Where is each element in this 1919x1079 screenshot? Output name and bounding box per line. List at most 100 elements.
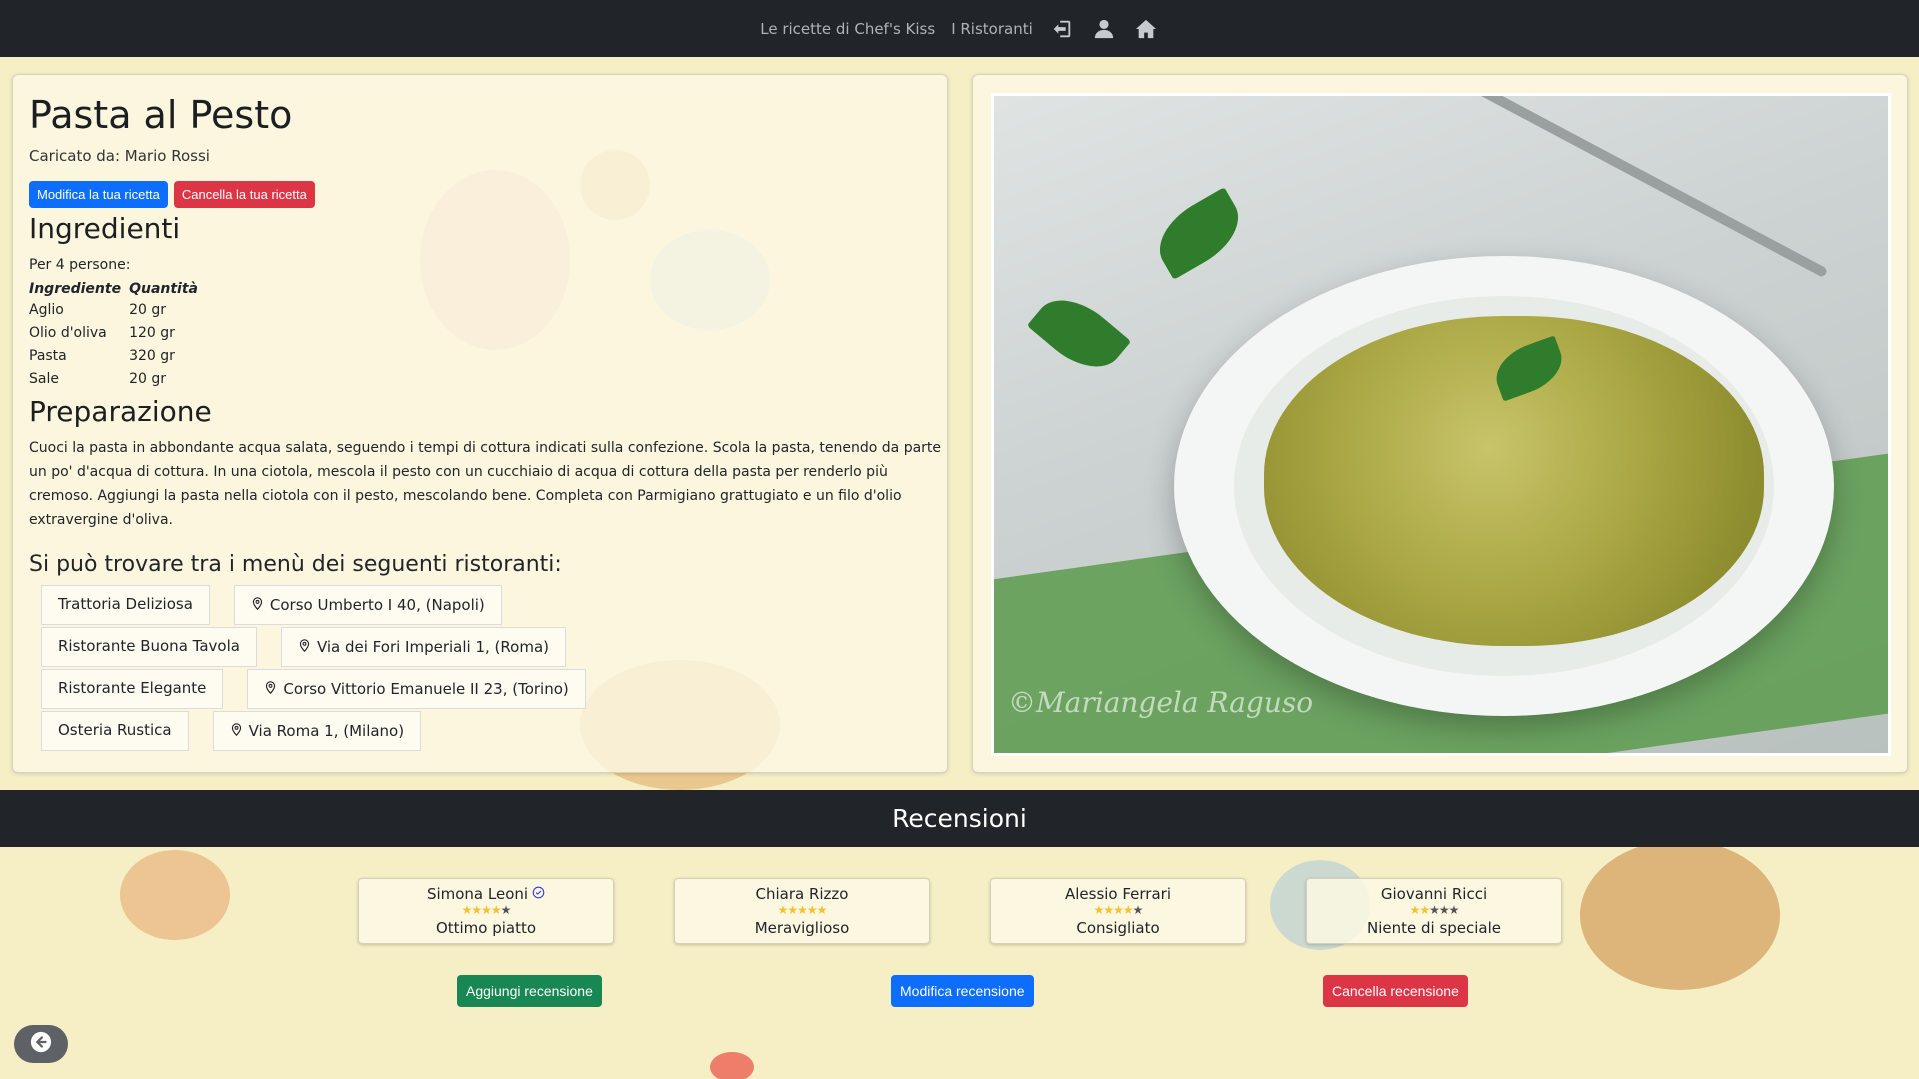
home-icon[interactable] xyxy=(1133,16,1159,42)
preparation-heading: Preparazione xyxy=(29,395,212,428)
back-button[interactable] xyxy=(14,1025,68,1063)
restaurants-heading: Si può trovare tra i menù dei seguenti r… xyxy=(29,552,562,577)
review-author: Chiara Rizzo xyxy=(756,885,849,903)
review-author: Alessio Ferrari xyxy=(1065,885,1171,903)
review-rating: ★★★★★ xyxy=(1307,904,1561,916)
map-pin-icon xyxy=(251,596,264,614)
star-filled-icon: ★ xyxy=(490,903,502,917)
restaurant-name[interactable]: Ristorante Elegante xyxy=(41,669,224,709)
star-filled-icon: ★ xyxy=(787,903,798,917)
bg-decoration xyxy=(1580,840,1780,990)
star-filled-icon: ★ xyxy=(797,903,808,917)
restaurant-name[interactable]: Osteria Rustica xyxy=(41,711,189,751)
map-pin-icon xyxy=(230,722,243,740)
review-text: Niente di speciale xyxy=(1366,919,1502,937)
star-empty-icon: ★ xyxy=(1429,903,1440,917)
photo-leaf xyxy=(1026,283,1132,384)
list-item: Osteria Rustica Via Roma 1, (Milano) xyxy=(41,711,931,751)
review-author: Simona Leoni xyxy=(427,885,545,903)
table-row: Pasta 320 gr xyxy=(29,345,206,368)
star-filled-icon: ★ xyxy=(471,903,482,917)
star-empty-icon: ★ xyxy=(1438,903,1450,917)
restaurant-address-text: Via Roma 1, (Milano) xyxy=(248,722,405,740)
star-filled-icon: ★ xyxy=(461,903,473,917)
ingredient-name: Olio d'oliva xyxy=(29,325,107,341)
recipe-card: Pasta al Pesto Caricato da: Mario Rossi … xyxy=(12,74,948,773)
restaurant-name[interactable]: Ristorante Buona Tavola xyxy=(41,627,257,667)
ingredient-name: Pasta xyxy=(29,348,67,364)
edit-recipe-button[interactable]: Modifica la tua ricetta xyxy=(29,181,168,208)
restaurant-name[interactable]: Trattoria Deliziosa xyxy=(41,585,210,625)
photo-fork xyxy=(1399,96,1829,279)
recipe-photo-card: ©Mariangela Raguso xyxy=(972,74,1908,773)
star-filled-icon: ★ xyxy=(481,903,492,917)
delete-review-button[interactable]: Cancella recensione xyxy=(1323,975,1468,1007)
list-item: Ristorante Elegante Corso Vittorio Emanu… xyxy=(41,669,931,709)
ingredients-heading: Ingredienti xyxy=(29,212,181,245)
recipe-actions: Modifica la tua ricetta Cancella la tua … xyxy=(29,181,931,208)
ingredient-qty: 20 gr xyxy=(129,302,166,318)
restaurants-list: Trattoria Deliziosa Corso Umberto I 40, … xyxy=(41,585,931,751)
map-pin-icon xyxy=(264,680,277,698)
table-row: Olio d'oliva 120 gr xyxy=(29,322,206,345)
edit-review-button[interactable]: Modifica recensione xyxy=(891,975,1034,1007)
recipe-photo: ©Mariangela Raguso xyxy=(991,93,1891,756)
reviews-heading: Recensioni xyxy=(892,804,1027,833)
review-author-name: Alessio Ferrari xyxy=(1064,885,1172,903)
list-item: Trattoria Deliziosa Corso Umberto I 40, … xyxy=(41,585,931,625)
restaurant-address[interactable]: Via Roma 1, (Milano) xyxy=(212,711,422,751)
restaurant-address-text: Corso Umberto I 40, (Napoli) xyxy=(269,596,485,614)
review-author-name: Chiara Rizzo xyxy=(755,885,849,903)
ingredient-name: Aglio xyxy=(29,302,64,318)
recipe-uploader: Caricato da: Mario Rossi xyxy=(29,147,210,165)
star-filled-icon: ★ xyxy=(806,903,818,917)
persons-count: Per 4 persone: xyxy=(29,257,131,273)
nav-recipes-link[interactable]: Le ricette di Chef's Kiss xyxy=(760,20,935,38)
table-row: Aglio 20 gr xyxy=(29,299,206,322)
review-card[interactable]: Alessio Ferrari ★★★★★ Consigliato xyxy=(990,878,1246,944)
recipe-title: Pasta al Pesto xyxy=(29,93,293,137)
star-empty-icon: ★ xyxy=(1448,903,1460,917)
star-filled-icon: ★ xyxy=(816,903,828,917)
review-rating: ★★★★★ xyxy=(991,904,1245,916)
review-card[interactable]: Simona Leoni ★★★★★ Ottimo piatto xyxy=(358,878,614,944)
nav-restaurants-link[interactable]: I Ristoranti xyxy=(951,20,1033,38)
delete-recipe-button[interactable]: Cancella la tua ricetta xyxy=(173,181,315,208)
verified-icon xyxy=(532,885,545,903)
ingredient-qty: 320 gr xyxy=(129,348,175,364)
restaurant-address[interactable]: Corso Umberto I 40, (Napoli) xyxy=(233,585,502,625)
star-filled-icon: ★ xyxy=(1103,903,1114,917)
review-rating: ★★★★★ xyxy=(359,904,613,916)
review-card[interactable]: Giovanni Ricci ★★★★★ Niente di speciale xyxy=(1306,878,1562,944)
photo-leaf xyxy=(1146,187,1252,280)
restaurant-address[interactable]: Via dei Fori Imperiali 1, (Roma) xyxy=(280,627,566,667)
review-author: Giovanni Ricci xyxy=(1381,885,1487,903)
star-filled-icon: ★ xyxy=(1419,903,1430,917)
map-pin-icon xyxy=(298,638,311,656)
bg-decoration xyxy=(120,850,230,940)
star-filled-icon: ★ xyxy=(1409,903,1421,917)
logout-icon[interactable] xyxy=(1049,16,1075,42)
ingredient-name: Sale xyxy=(29,371,59,387)
ingredients-table: Ingrediente Quantità Aglio 20 gr Olio d'… xyxy=(29,279,206,391)
user-icon[interactable] xyxy=(1091,16,1117,42)
table-row: Sale 20 gr xyxy=(29,368,206,391)
review-author-name: Giovanni Ricci xyxy=(1380,885,1488,903)
review-card[interactable]: Chiara Rizzo ★★★★★ Meraviglioso xyxy=(674,878,930,944)
restaurant-address-text: Via dei Fori Imperiali 1, (Roma) xyxy=(316,638,549,656)
add-review-button[interactable]: Aggiungi recensione xyxy=(457,975,602,1007)
ingredient-qty: 20 gr xyxy=(129,371,166,387)
star-empty-icon: ★ xyxy=(1132,903,1144,917)
table-header-quantity: Quantità xyxy=(129,281,198,297)
review-text: Meraviglioso xyxy=(754,919,850,937)
star-filled-icon: ★ xyxy=(1093,903,1105,917)
review-text: Ottimo piatto xyxy=(435,919,537,937)
review-author-name: Simona Leoni xyxy=(426,885,529,903)
top-navbar: Le ricette di Chef's Kiss I Ristoranti xyxy=(0,0,1919,57)
restaurant-address[interactable]: Corso Vittorio Emanuele II 23, (Torino) xyxy=(247,669,586,709)
review-text: Consigliato xyxy=(1076,919,1160,937)
preparation-text: Cuoci la pasta in abbondante acqua salat… xyxy=(29,440,942,528)
bg-decoration xyxy=(710,1052,754,1079)
star-filled-icon: ★ xyxy=(777,903,789,917)
reviews-heading-bar: Recensioni xyxy=(0,790,1919,847)
